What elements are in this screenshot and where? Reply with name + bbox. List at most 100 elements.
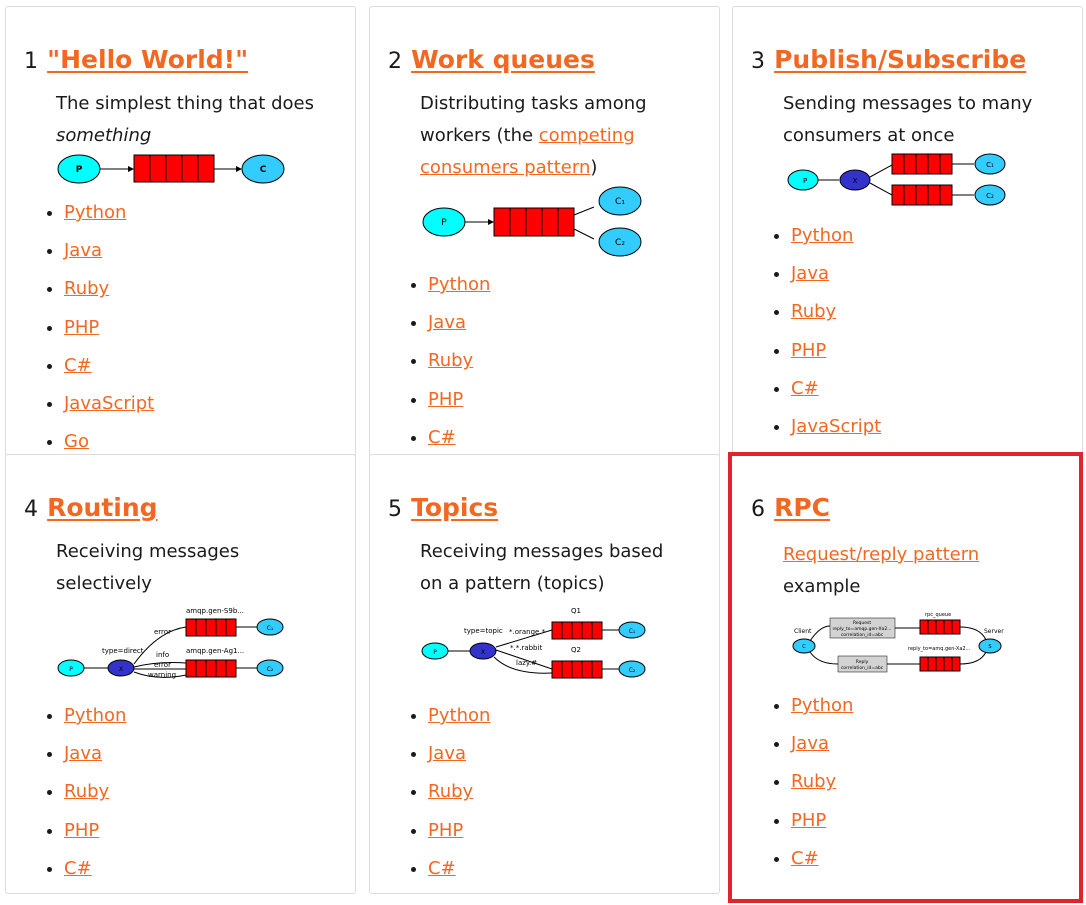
language-link-php[interactable]: PHP <box>64 820 99 841</box>
tutorial-number: 2 <box>388 49 402 74</box>
language-item: PHP <box>791 809 853 847</box>
description-line: workers (the <box>420 125 539 146</box>
tutorial-title-link[interactable]: Publish/Subscribe <box>774 45 1026 74</box>
language-link-java[interactable]: Java <box>428 743 466 764</box>
language-list: Python Java Ruby PHP C# <box>410 704 490 893</box>
description-line: on a pattern (topics) <box>420 573 605 594</box>
language-link-ruby[interactable]: Ruby <box>791 771 836 792</box>
tutorial-title-link[interactable]: Work queues <box>411 45 595 74</box>
card-title: 6 RPC <box>751 493 830 522</box>
language-link-ruby[interactable]: Ruby <box>428 350 473 371</box>
binding-label: *.*.rabbit <box>510 644 542 652</box>
language-link-python[interactable]: Python <box>791 225 853 246</box>
queue <box>185 659 237 678</box>
card-title: 2 Work queues <box>388 45 595 74</box>
competing-consumers-link[interactable]: competing <box>539 125 635 146</box>
queue <box>919 619 961 635</box>
language-link-php[interactable]: PHP <box>428 389 463 410</box>
server-node-label: S <box>988 644 991 650</box>
routing-diagram: amqp.gen-S9b... amqp.gen-Ag1... type=dir… <box>57 607 284 679</box>
tutorial-title-link[interactable]: RPC <box>774 493 830 522</box>
binding-label: error <box>154 661 171 669</box>
consumer-label: C₂ <box>629 667 636 674</box>
description-line: Distributing tasks among <box>420 93 647 114</box>
language-link-python[interactable]: Python <box>428 705 490 726</box>
description-tail: ) <box>590 157 598 178</box>
language-link-java[interactable]: Java <box>791 263 829 284</box>
queue-name-label: reply_to=amq.gen-Xa2... <box>908 646 971 652</box>
language-link-python[interactable]: Python <box>428 274 490 295</box>
queue <box>551 621 603 640</box>
request-text: correlation_id=abc <box>841 632 884 638</box>
request-reply-pattern-link[interactable]: Request/reply pattern <box>783 544 979 565</box>
work-queues-diagram: P C₁ C₂ <box>422 186 642 257</box>
language-item: PHP <box>791 339 881 377</box>
language-item: Python <box>64 704 126 742</box>
language-link-ruby[interactable]: Ruby <box>791 301 836 322</box>
language-link-javascript[interactable]: JavaScript <box>64 393 154 414</box>
description-line: Receiving messages <box>56 541 240 562</box>
description-line: Sending messages to many <box>783 93 1033 114</box>
language-item: Python <box>64 201 154 239</box>
language-link-ruby[interactable]: Ruby <box>428 781 473 802</box>
language-item: JavaScript <box>791 415 881 453</box>
language-link-csharp[interactable]: C# <box>428 427 456 448</box>
producer-label: P <box>76 165 83 175</box>
language-link-python[interactable]: Python <box>791 695 853 716</box>
language-link-java[interactable]: Java <box>64 240 102 261</box>
language-link-csharp[interactable]: C# <box>64 858 92 879</box>
tutorial-description: The simplest thing that does something <box>56 88 314 152</box>
tutorial-number: 5 <box>388 497 402 522</box>
queue <box>185 618 237 637</box>
binding-label: error <box>154 628 171 636</box>
binding-label: info <box>156 651 169 659</box>
reply-text: correlation_id=abc <box>841 665 884 671</box>
hello-world-diagram: P C <box>57 154 285 184</box>
tutorial-title-link[interactable]: Routing <box>47 493 157 522</box>
language-link-java[interactable]: Java <box>428 312 466 333</box>
language-list: Python Java Ruby PHP C# <box>410 273 490 464</box>
language-item: Ruby <box>428 780 490 818</box>
language-link-php[interactable]: PHP <box>791 340 826 361</box>
competing-consumers-link[interactable]: consumers pattern <box>420 157 590 178</box>
tutorial-card-topics: 5 Topics Receiving messages based on a p… <box>369 454 720 894</box>
language-link-csharp[interactable]: C# <box>791 848 819 869</box>
language-link-ruby[interactable]: Ruby <box>64 781 109 802</box>
tutorial-title-link[interactable]: "Hello World!" <box>47 45 248 74</box>
language-item: Ruby <box>791 300 881 338</box>
tutorial-description: Receiving messages selectively <box>56 536 239 600</box>
language-link-java[interactable]: Java <box>64 743 102 764</box>
consumer-label: C₁ <box>986 161 994 169</box>
arrow <box>809 625 831 642</box>
queue <box>919 656 961 672</box>
reply-text: Reply <box>856 659 869 665</box>
language-link-javascript[interactable]: JavaScript <box>791 416 881 437</box>
language-link-csharp[interactable]: C# <box>428 858 456 879</box>
consumer-label: C₂ <box>267 666 274 673</box>
consumer-label: C₂ <box>615 238 625 248</box>
language-item: Java <box>428 311 490 349</box>
language-link-php[interactable]: PHP <box>428 820 463 841</box>
language-link-ruby[interactable]: Ruby <box>64 278 109 299</box>
producer-label: P <box>803 177 807 185</box>
language-link-csharp[interactable]: C# <box>64 355 92 376</box>
binding-label: warning <box>148 671 176 679</box>
language-link-python[interactable]: Python <box>64 202 126 223</box>
language-link-php[interactable]: PHP <box>791 810 826 831</box>
language-item: Java <box>428 742 490 780</box>
tutorial-number: 4 <box>24 497 38 522</box>
description-line: consumers at once <box>783 125 955 146</box>
language-link-csharp[interactable]: C# <box>791 378 819 399</box>
tutorial-card-hello-world: 1 "Hello World!" The simplest thing that… <box>5 6 356 466</box>
card-title: 3 Publish/Subscribe <box>751 45 1026 74</box>
language-link-java[interactable]: Java <box>791 733 829 754</box>
tutorial-title-link[interactable]: Topics <box>411 493 498 522</box>
consumer-label: C₁ <box>629 628 636 635</box>
language-link-go[interactable]: Go <box>64 431 89 452</box>
language-item: Python <box>791 694 853 732</box>
language-link-php[interactable]: PHP <box>64 317 99 338</box>
arrow-head <box>236 166 242 172</box>
language-link-python[interactable]: Python <box>64 705 126 726</box>
consumer-label: C₁ <box>267 625 274 632</box>
consumer-label: C <box>260 165 267 175</box>
